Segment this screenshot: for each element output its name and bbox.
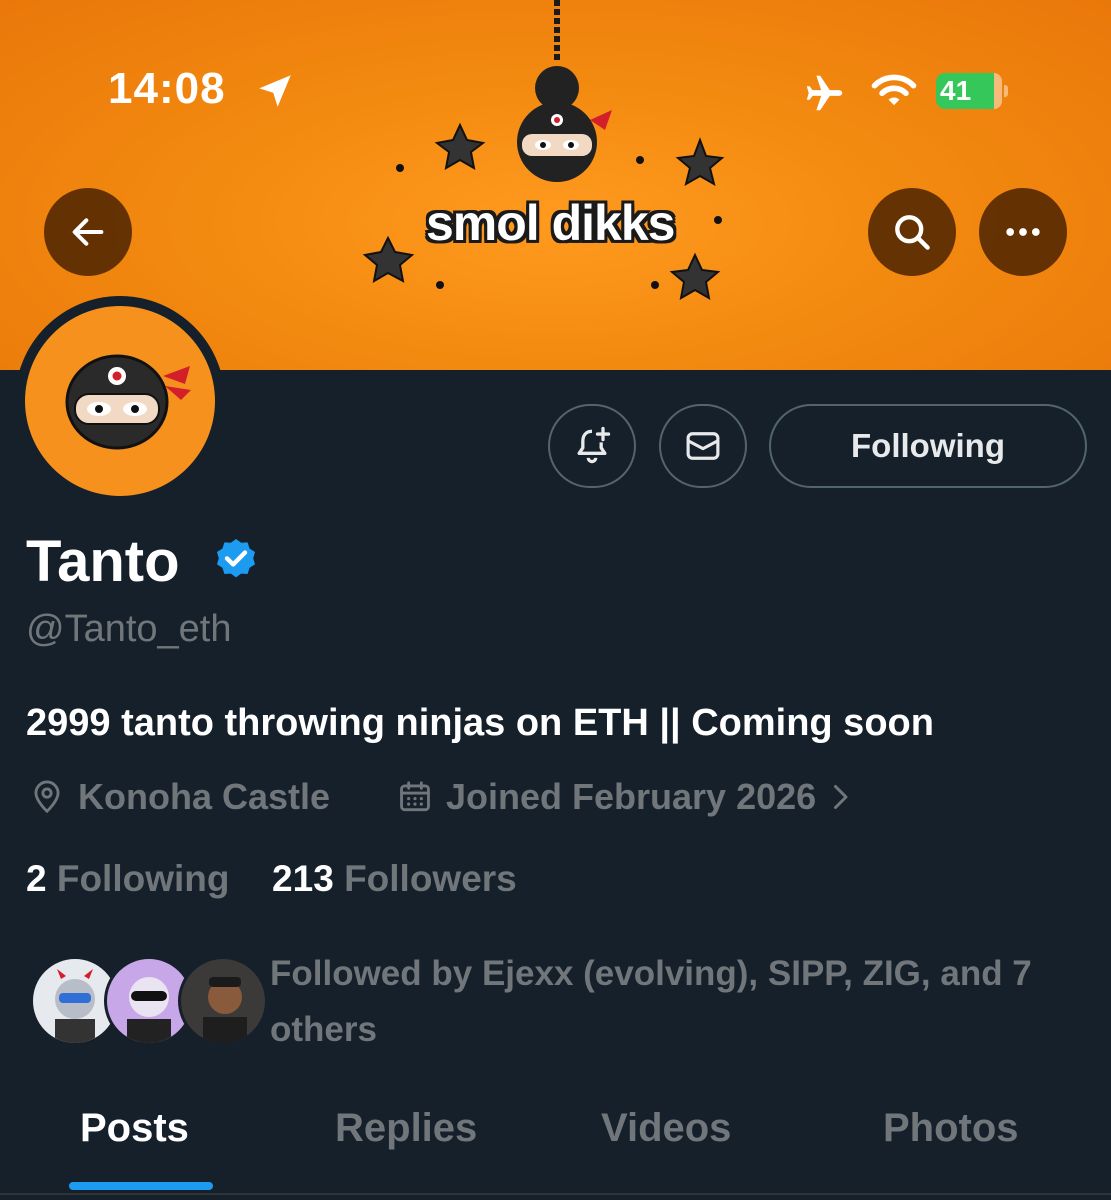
battery-charging-icon: 41 — [936, 73, 1008, 109]
location-arrow-icon — [259, 75, 291, 107]
profile-handle: @Tanto_eth — [26, 608, 232, 650]
wifi-icon — [871, 74, 917, 106]
more-icon — [1006, 228, 1040, 236]
ninja-avatar-image — [65, 354, 191, 450]
profile-tabs: Posts Replies Videos Photos — [0, 1098, 1111, 1200]
tab-replies[interactable]: Replies — [335, 1106, 477, 1151]
profile-bio: 2999 tanto throwing ninjas on ETH || Com… — [26, 702, 934, 744]
followed-by-text[interactable]: Followed by Ejexx (evolving), SIPP, ZIG,… — [270, 946, 1070, 1058]
back-button[interactable] — [44, 188, 132, 276]
location-text: Konoha Castle — [78, 776, 331, 817]
following-label: Following — [56, 858, 230, 899]
following-link[interactable]: 2 Following — [26, 858, 229, 899]
tabs-divider — [0, 1193, 1111, 1195]
active-tab-indicator — [69, 1182, 213, 1190]
follow-counts: 2 Following 213 Followers — [26, 858, 517, 900]
tab-photos[interactable]: Photos — [883, 1106, 1019, 1151]
message-button[interactable] — [659, 404, 747, 488]
tab-videos[interactable]: Videos — [601, 1106, 731, 1151]
followers-link[interactable]: 213 Followers — [272, 858, 517, 899]
profile-joined[interactable]: Joined February 2026 — [396, 776, 870, 818]
status-time: 14:08 — [108, 64, 226, 113]
notifications-button[interactable] — [548, 404, 636, 488]
battery-percent: 41 — [940, 75, 972, 106]
location-pin-icon — [34, 780, 60, 814]
profile-location: Konoha Castle — [28, 776, 330, 818]
follower-avatar — [178, 956, 268, 1046]
search-button[interactable] — [868, 188, 956, 276]
tab-posts[interactable]: Posts — [80, 1106, 189, 1151]
followers-label: Followers — [344, 858, 517, 899]
following-button[interactable]: Following — [769, 404, 1087, 488]
verified-badge-icon[interactable] — [212, 536, 260, 584]
profile-name: Tanto — [26, 529, 180, 594]
chevron-right-icon — [834, 785, 848, 809]
banner-logo-text: smol dikks — [426, 195, 675, 251]
followed-by-avatars[interactable] — [30, 956, 268, 1048]
following-count: 2 — [26, 858, 47, 899]
bell-plus-icon — [577, 426, 611, 464]
search-icon — [895, 215, 930, 250]
airplane-icon — [806, 75, 843, 111]
back-arrow-icon — [72, 218, 104, 246]
more-options-button[interactable] — [979, 188, 1067, 276]
calendar-icon — [400, 781, 430, 812]
profile-avatar[interactable] — [15, 296, 225, 506]
status-bar: 14:08 41 — [0, 0, 1111, 150]
followers-count: 213 — [272, 858, 334, 899]
envelope-icon — [686, 432, 720, 460]
joined-text: Joined February 2026 — [446, 776, 817, 817]
